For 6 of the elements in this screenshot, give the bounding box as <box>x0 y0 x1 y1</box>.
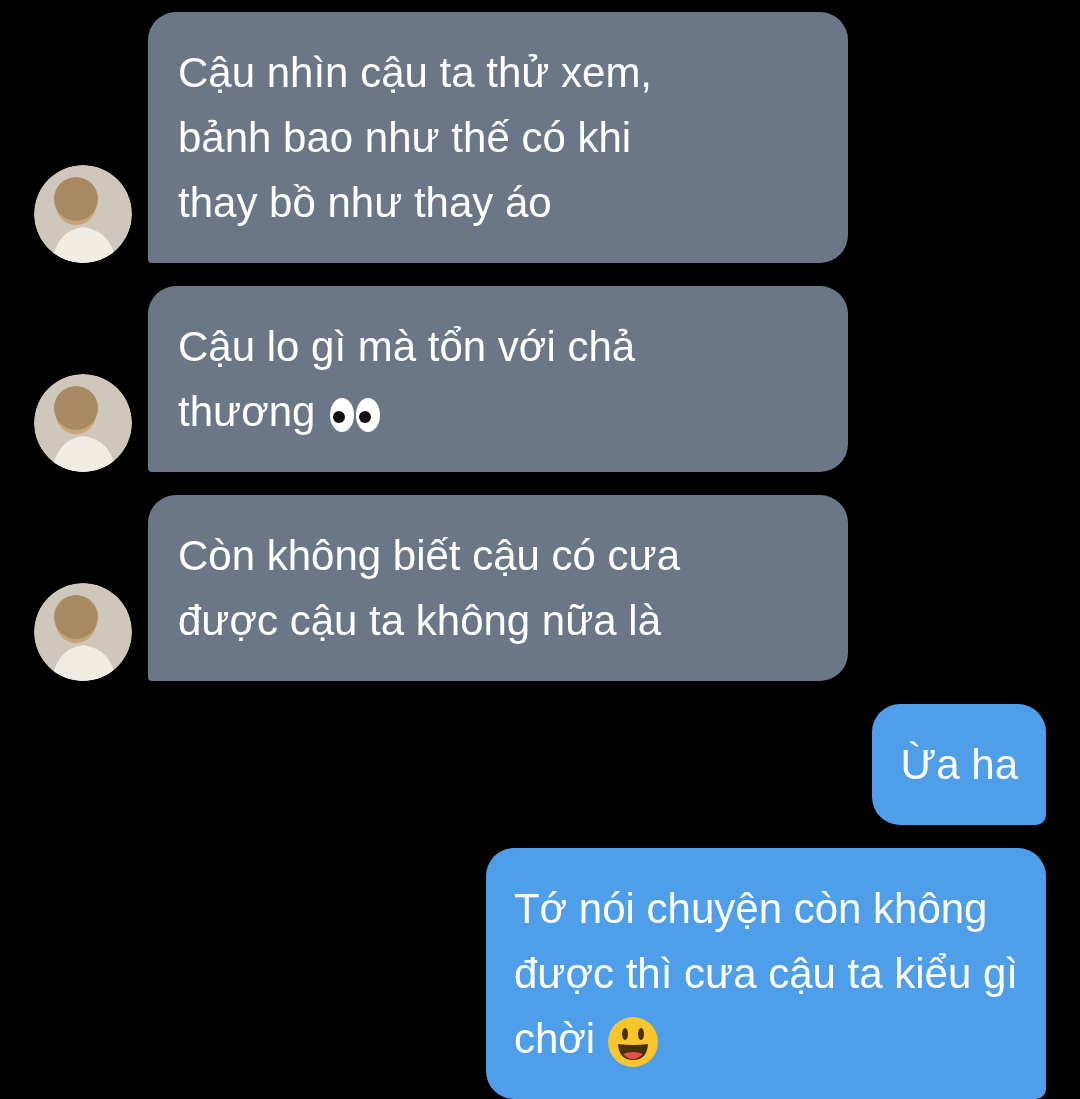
message-bubble: Còn không biết cậu có cưa được cậu ta không nữa là <box>148 495 848 681</box>
message-bubble: Ừa ha <box>872 704 1046 825</box>
message-bubble: Cậu nhìn cậu ta thử xem, bảnh bao như thế có khi thay bồ như thay áo <box>148 12 848 263</box>
smiley-emoji-icon <box>607 1015 660 1068</box>
message-bubble: Tớ nói chuyện còn không được thì cưa cậu ta kiểu gì chời <box>485 848 1046 1099</box>
message-bubble: Cậu lo gì mà tổn với chả thương <box>148 286 848 472</box>
